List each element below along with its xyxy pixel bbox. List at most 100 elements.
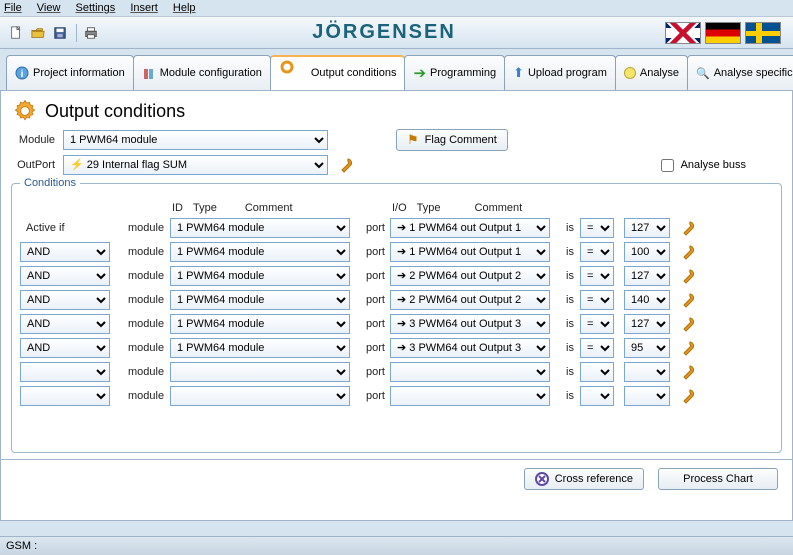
logic-combo[interactable] (20, 386, 110, 406)
value-combo[interactable]: 127 (624, 314, 670, 334)
brand-logo: JÖRGENSEN (103, 21, 665, 44)
tab-programming[interactable]: ➔ Programming (404, 55, 505, 90)
wrench-icon[interactable] (680, 340, 696, 356)
wrench-icon[interactable] (680, 244, 696, 260)
module-row-label: module (122, 222, 168, 234)
analyse-buss-checkbox[interactable] (661, 159, 674, 172)
menu-view[interactable]: View (37, 2, 61, 14)
tab-label: Analyse specific (714, 67, 793, 79)
tab-analyse-specific[interactable]: 🔍 Analyse specific (687, 55, 793, 90)
value-combo[interactable]: 127 (624, 266, 670, 286)
wrench-icon[interactable] (680, 364, 696, 380)
port-row-label: port (360, 294, 388, 306)
tab-module-configuration[interactable]: Module configuration (133, 55, 271, 90)
cross-ref-icon (535, 472, 549, 486)
left-header: ID Type Comment (170, 202, 358, 214)
module-row-label: module (122, 246, 168, 258)
tab-label: Output conditions (311, 67, 397, 79)
operator-combo[interactable]: = (580, 314, 614, 334)
value-combo[interactable]: 95 (624, 338, 670, 358)
tab-upload-program[interactable]: ⬆ Upload program (504, 55, 616, 90)
operator-combo[interactable]: = (580, 242, 614, 262)
tab-label: Module configuration (160, 67, 262, 79)
toolbar-separator (76, 24, 77, 42)
port-combo[interactable]: ➔ 1 PWM64 out Output 1 (390, 218, 550, 238)
tab-analyse[interactable]: Analyse (615, 55, 688, 90)
tab-output-conditions[interactable]: Output conditions (270, 55, 406, 90)
outport-select[interactable]: ⚡ 29 Internal flag SUM (63, 155, 328, 175)
module-combo[interactable]: 1 PWM64 module (170, 242, 350, 262)
cross-reference-button[interactable]: Cross reference (524, 468, 644, 490)
toolbar: JÖRGENSEN (0, 17, 793, 49)
right-header: I/O Type Comment (390, 202, 558, 214)
port-combo[interactable]: ➔ 3 PWM64 out Output 3 (390, 338, 550, 358)
operator-combo[interactable]: = (580, 338, 614, 358)
is-label: is (560, 366, 578, 378)
module-combo[interactable] (170, 386, 350, 406)
value-combo[interactable] (624, 362, 670, 382)
value-combo[interactable]: 127 (624, 218, 670, 238)
open-file-icon[interactable] (28, 23, 48, 43)
flag-uk-icon[interactable] (665, 22, 701, 44)
module-combo[interactable]: 1 PWM64 module (170, 314, 350, 334)
port-combo[interactable]: ➔ 2 PWM64 out Output 2 (390, 266, 550, 286)
logic-combo[interactable]: AND (20, 290, 110, 310)
logic-combo[interactable]: AND (20, 314, 110, 334)
button-label: Flag Comment (425, 134, 497, 146)
flag-se-icon[interactable] (745, 22, 781, 44)
logic-combo[interactable]: AND (20, 242, 110, 262)
operator-combo[interactable]: = (580, 218, 614, 238)
value-combo[interactable]: 140 (624, 290, 670, 310)
menu-insert[interactable]: Insert (130, 2, 158, 14)
new-file-icon[interactable] (6, 23, 26, 43)
module-combo[interactable]: 1 PWM64 module (170, 266, 350, 286)
wrench-icon[interactable] (680, 388, 696, 404)
wrench-icon[interactable] (680, 316, 696, 332)
process-chart-button[interactable]: Process Chart (658, 468, 778, 490)
print-icon[interactable] (81, 23, 101, 43)
is-label: is (560, 294, 578, 306)
port-row-label: port (360, 222, 388, 234)
module-select[interactable]: 1 PWM64 module (63, 130, 328, 150)
save-file-icon[interactable] (50, 23, 70, 43)
port-combo[interactable] (390, 386, 550, 406)
wrench-icon[interactable] (680, 292, 696, 308)
port-combo[interactable]: ➔ 3 PWM64 out Output 3 (390, 314, 550, 334)
wrench-icon[interactable] (680, 268, 696, 284)
menu-settings[interactable]: Settings (76, 2, 116, 14)
logic-combo[interactable] (20, 362, 110, 382)
gear-icon (11, 97, 39, 125)
value-combo[interactable]: 100 (624, 242, 670, 262)
value-combo[interactable] (624, 386, 670, 406)
port-combo[interactable] (390, 362, 550, 382)
menu-help[interactable]: Help (173, 2, 196, 14)
logic-combo[interactable]: AND (20, 266, 110, 286)
page-title: Output conditions (45, 101, 185, 122)
menu-file[interactable]: File (4, 2, 22, 14)
module-combo[interactable]: 1 PWM64 module (170, 218, 350, 238)
operator-combo[interactable]: = (580, 290, 614, 310)
flag-de-icon[interactable] (705, 22, 741, 44)
port-row-label: port (360, 390, 388, 402)
tab-project-information[interactable]: i Project information (6, 55, 134, 90)
logic-combo[interactable]: AND (20, 338, 110, 358)
port-combo[interactable]: ➔ 1 PWM64 out Output 1 (390, 242, 550, 262)
wrench-icon[interactable] (338, 157, 354, 173)
is-label: is (560, 390, 578, 402)
operator-combo[interactable] (580, 386, 614, 406)
wrench-icon[interactable] (680, 220, 696, 236)
module-combo[interactable]: 1 PWM64 module (170, 338, 350, 358)
port-row-label: port (360, 342, 388, 354)
page-content: Output conditions Module 1 PWM64 module … (0, 91, 793, 521)
port-row-label: port (360, 270, 388, 282)
conditions-legend: Conditions (20, 177, 80, 189)
conditions-fieldset: Conditions ID Type Comment I/O Type Comm… (11, 183, 782, 453)
operator-combo[interactable]: = (580, 266, 614, 286)
module-icon (142, 66, 156, 80)
flag-comment-button[interactable]: ⚑ Flag Comment (396, 129, 508, 151)
operator-combo[interactable] (580, 362, 614, 382)
status-bar: GSM : (0, 536, 793, 555)
port-combo[interactable]: ➔ 2 PWM64 out Output 2 (390, 290, 550, 310)
module-combo[interactable] (170, 362, 350, 382)
module-combo[interactable]: 1 PWM64 module (170, 290, 350, 310)
